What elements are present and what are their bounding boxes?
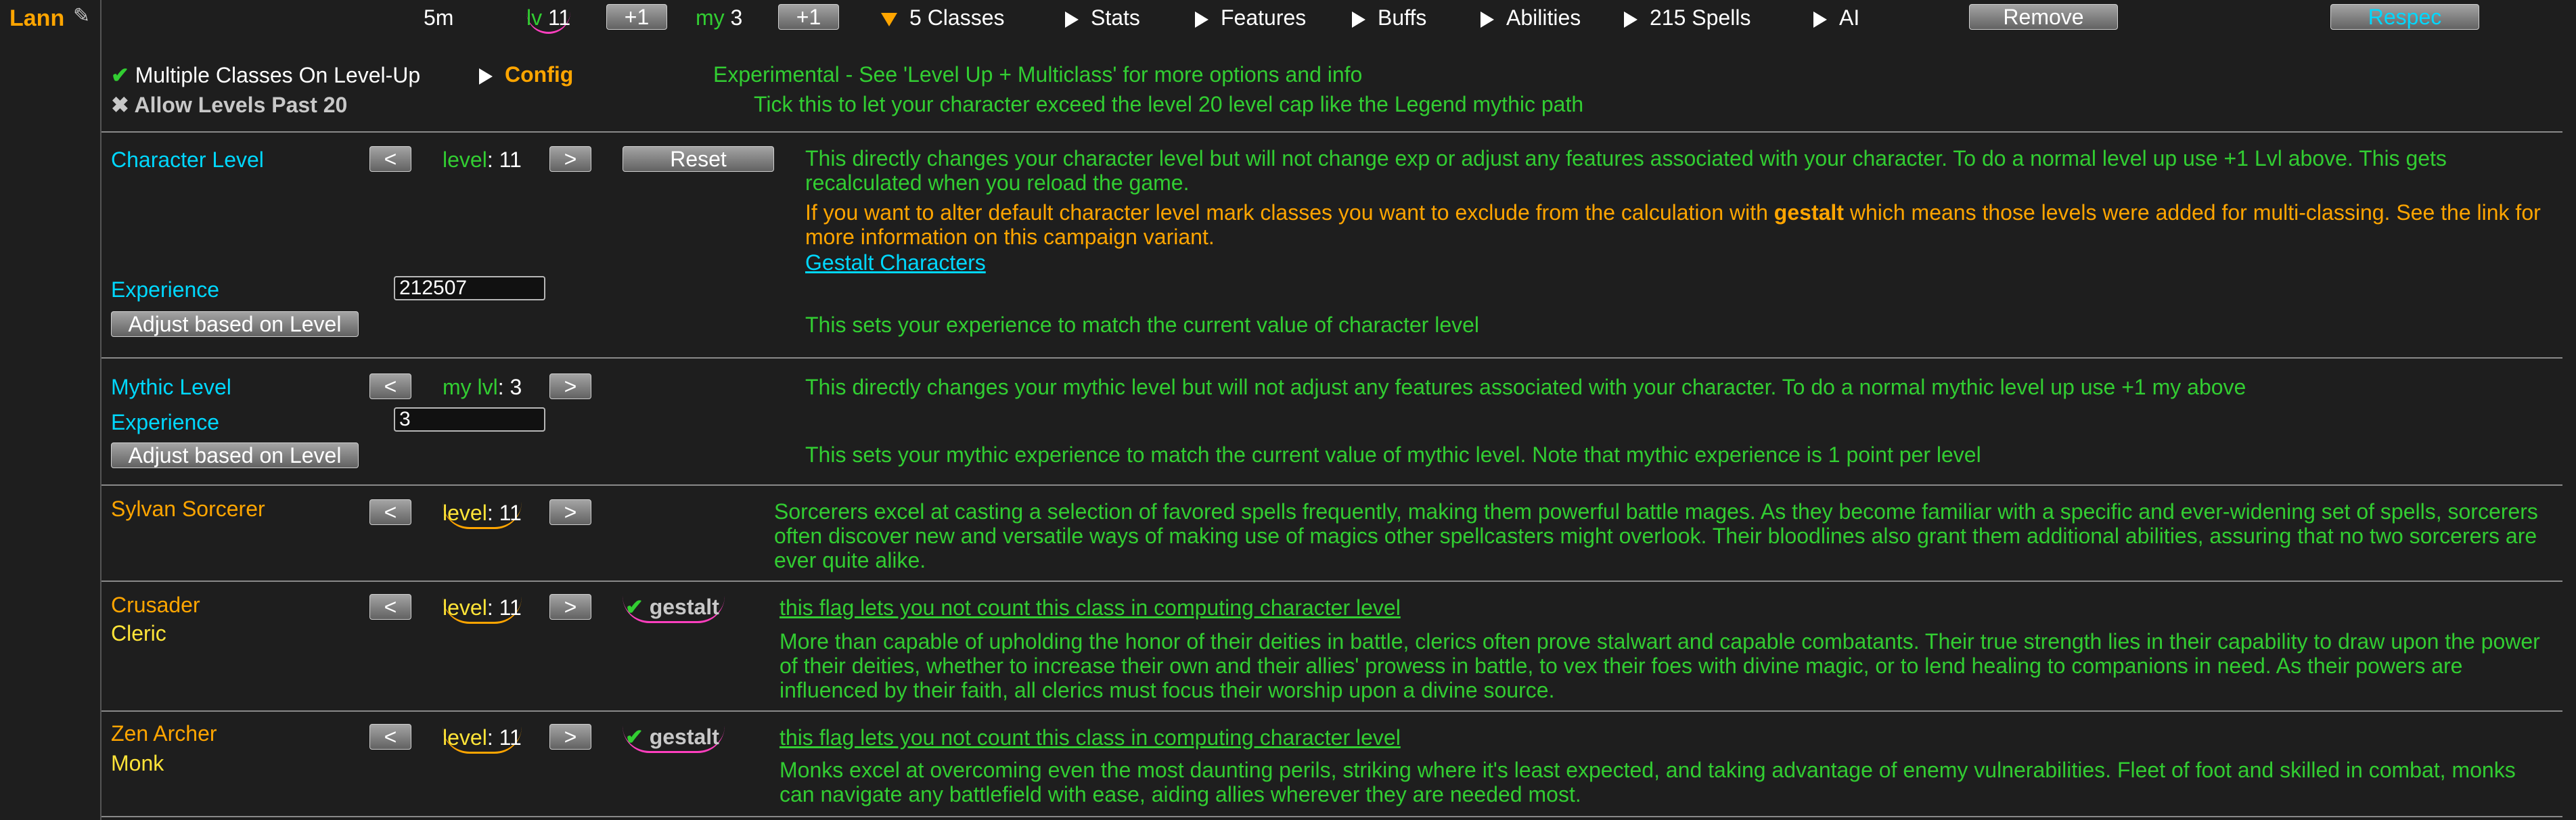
remove-button[interactable]: Remove (1969, 4, 2118, 30)
mythic-level-decrease-button[interactable]: < (369, 373, 411, 399)
class-base-name: Cleric (111, 621, 166, 645)
triangle-right-icon (1352, 11, 1365, 28)
respec-button[interactable]: Respec (2330, 4, 2479, 30)
experience-desc: This sets your experience to match the c… (805, 313, 1480, 337)
character-level-decrease-button[interactable]: < (369, 146, 411, 172)
abilities-toggle[interactable]: Abilities (1481, 5, 1581, 30)
class-level-increase-button[interactable]: > (549, 594, 591, 620)
allow-levels-toggle[interactable]: ✖ Allow Levels Past 20 (111, 92, 347, 118)
class-level-decrease-button[interactable]: < (369, 724, 411, 750)
divider (101, 484, 2562, 486)
mythic-level-desc: This directly changes your mythic level … (805, 375, 2246, 399)
mythic-level-increase-button[interactable]: > (549, 373, 591, 399)
mythic-level-display: my lvl: 3 (443, 375, 522, 399)
checkmark-icon: ✔ (625, 595, 643, 619)
class-level-decrease-button[interactable]: < (369, 499, 411, 525)
class-level-increase-button[interactable]: > (549, 499, 591, 525)
class-name: Crusader (111, 593, 200, 617)
class-name: Zen Archer (111, 721, 217, 746)
divider (101, 816, 2562, 817)
divider (101, 131, 2562, 133)
adjust-mythic-experience-button[interactable]: Adjust based on Level (111, 442, 359, 468)
allow-levels-desc: Tick this to let your character exceed t… (754, 92, 1584, 116)
class-level-display: level: 11 (443, 595, 522, 624)
class-level-decrease-button[interactable]: < (369, 594, 411, 620)
character-name: Lann (9, 5, 65, 31)
time-label: 5m (424, 5, 454, 30)
class-desc: Sorcerers excel at casting a selection o… (774, 499, 2538, 572)
class-level-display: level: 11 (443, 501, 522, 529)
class-name: Sylvan Sorcerer (111, 497, 265, 521)
character-level-label: Character Level (111, 147, 264, 172)
gestalt-info: If you want to alter default character l… (805, 200, 2541, 249)
level-up-button[interactable]: +1 (606, 4, 667, 30)
experience-input[interactable] (394, 276, 545, 300)
lv-label: lv (526, 5, 543, 30)
gestalt-flag-note: this flag lets you not count this class … (779, 595, 1401, 620)
gestalt-toggle[interactable]: ✔ gestalt (623, 594, 725, 623)
class-base-name: Monk (111, 751, 164, 775)
mythic-experience-desc: This sets your mythic experience to matc… (805, 442, 1981, 467)
class-level-increase-button[interactable]: > (549, 724, 591, 750)
divider (101, 580, 2562, 582)
buffs-toggle[interactable]: Buffs (1352, 5, 1426, 30)
lv-value: 11 (548, 5, 571, 30)
class-level-display: level: 11 (443, 725, 522, 754)
reset-button[interactable]: Reset (623, 146, 774, 172)
triangle-right-icon (1065, 11, 1079, 28)
stats-toggle[interactable]: Stats (1065, 5, 1140, 30)
divider (101, 357, 2562, 359)
triangle-down-icon (881, 12, 897, 26)
triangle-right-icon (1195, 11, 1208, 28)
triangle-right-icon (1813, 11, 1827, 28)
spells-toggle[interactable]: 215 Spells (1624, 5, 1750, 30)
mythic-experience-label: Experience (111, 410, 220, 434)
classes-toggle[interactable]: 5 Classes (881, 5, 1005, 30)
checkmark-icon: ✔ (111, 63, 129, 87)
checkmark-icon: ✔ (625, 725, 643, 749)
character-level-increase-button[interactable]: > (549, 146, 591, 172)
ai-toggle[interactable]: AI (1813, 5, 1859, 30)
my-label: my (696, 5, 725, 30)
mythic-experience-input[interactable] (394, 407, 545, 432)
mythic-level-label: Mythic Level (111, 375, 231, 399)
experimental-note: Experimental - See 'Level Up + Multiclas… (713, 62, 1363, 87)
features-toggle[interactable]: Features (1195, 5, 1306, 30)
multi-class-toggle[interactable]: ✔ Multiple Classes On Level-Up (111, 62, 420, 88)
adjust-experience-button[interactable]: Adjust based on Level (111, 311, 359, 337)
gestalt-toggle[interactable]: ✔ gestalt (623, 724, 725, 753)
triangle-right-icon (1481, 11, 1494, 28)
column-divider (100, 0, 101, 820)
x-icon: ✖ (111, 93, 129, 117)
divider (101, 710, 2562, 712)
mythic-up-button[interactable]: +1 (778, 4, 839, 30)
class-desc: Monks excel at overcoming even the most … (779, 758, 2516, 806)
mythic-display: my 3 (696, 5, 742, 30)
experience-label: Experience (111, 277, 220, 302)
gestalt-characters-link[interactable]: Gestalt Characters (805, 250, 986, 275)
character-level-desc: This directly changes your character lev… (805, 146, 2447, 195)
character-level-display: level: 11 (443, 147, 522, 172)
config-toggle[interactable]: Config (479, 62, 573, 87)
triangle-right-icon (1624, 11, 1637, 28)
pencil-icon[interactable]: ✎ (73, 4, 90, 28)
level-display: lv 11 (526, 5, 571, 34)
triangle-right-icon (479, 68, 493, 85)
class-desc: More than capable of upholding the honor… (779, 629, 2540, 702)
my-value: 3 (730, 5, 743, 30)
gestalt-flag-note: this flag lets you not count this class … (779, 725, 1401, 750)
